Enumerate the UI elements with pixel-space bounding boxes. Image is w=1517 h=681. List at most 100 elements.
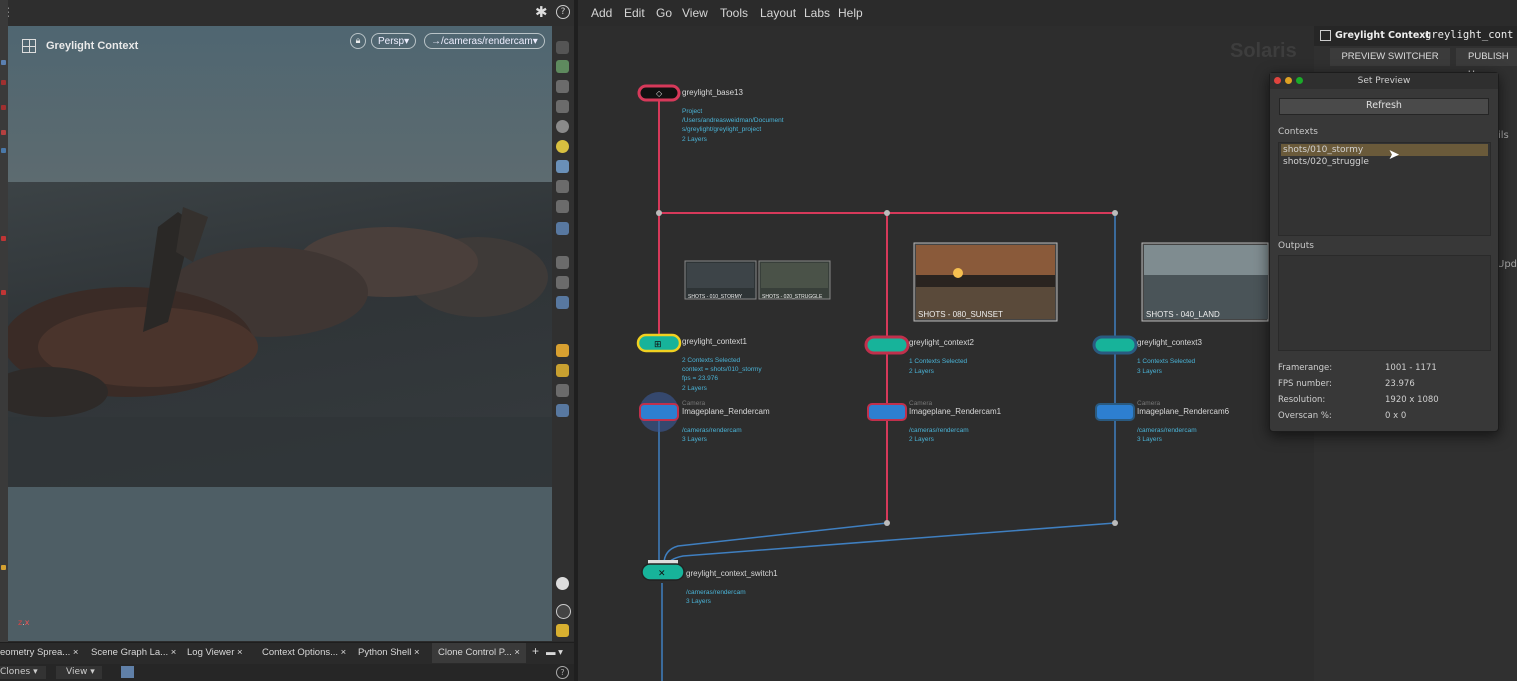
shade-icon[interactable] (556, 60, 569, 73)
node-name-field[interactable]: greylight_cont (1425, 29, 1514, 41)
contexts-list[interactable]: shots/010_stormy shots/020_struggle (1278, 142, 1491, 236)
thumbnail-stormy[interactable]: SHOTS - 010_STORMY (684, 260, 757, 300)
svg-text:2 Layers: 2 Layers (909, 436, 935, 443)
menu-labs[interactable]: Labs (804, 6, 830, 20)
tab-python-shell[interactable]: Python Shell × (358, 647, 420, 658)
tab-clone-control[interactable]: Clone Control P... × (432, 643, 526, 663)
measure-icon[interactable] (556, 384, 569, 397)
menu-help[interactable]: Help (838, 6, 863, 20)
parameter-header: Greylight Context greylight_cont (1314, 26, 1517, 46)
svg-text:greylight_context1: greylight_context1 (682, 337, 747, 346)
pane-menu-icon[interactable]: ▬ ▾ (546, 647, 563, 658)
bulb-outline-icon[interactable] (556, 180, 569, 193)
svg-text:fps = 23.976: fps = 23.976 (682, 375, 718, 382)
node-type-icon (1320, 30, 1331, 41)
svg-text:SHOTS - 040_LAND: SHOTS - 040_LAND (1146, 310, 1220, 319)
gear-icon[interactable]: ✱ (535, 3, 548, 21)
lock-icon[interactable] (556, 80, 569, 93)
node-context2[interactable]: greylight_context2 1 Contexts Selected 2… (864, 335, 974, 375)
node-context3[interactable]: greylight_context3 1 Contexts Selected 3… (1092, 335, 1202, 375)
thumbnail-struggle[interactable]: SHOTS - 020_STRUGGLE (758, 260, 831, 300)
scene-viewport[interactable]: Greylight Context 🔒︎ Persp▾ →/cameras/re… (8, 26, 552, 641)
svg-text:greylight_context3: greylight_context3 (1137, 338, 1202, 347)
menu-go[interactable]: Go (656, 6, 672, 20)
tool-icon[interactable] (1, 290, 6, 295)
flipbook-icon[interactable] (556, 364, 569, 377)
resolution-value: 1920 x 1080 (1385, 395, 1439, 405)
clone-icon[interactable] (121, 666, 134, 678)
list-item-selected[interactable]: shots/010_stormy (1281, 144, 1488, 156)
bulb-icon[interactable] (556, 160, 569, 173)
node-context1[interactable]: ⊞ greylight_context1 2 Contexts Selected… (636, 333, 762, 392)
tool-icon[interactable] (1, 565, 6, 570)
menu-view[interactable]: View (682, 6, 708, 20)
menu-add[interactable]: Add (591, 6, 612, 20)
window-titlebar[interactable]: Set Preview (1270, 73, 1498, 89)
render-icon[interactable] (556, 344, 569, 357)
eye-icon[interactable] (556, 41, 569, 54)
tab-scene-graph[interactable]: Scene Graph La... × (91, 647, 176, 658)
frame-icon[interactable] (556, 276, 569, 289)
list-item[interactable]: shots/020_struggle (1281, 156, 1488, 168)
tool-icon[interactable] (1, 80, 6, 85)
cross-icon[interactable] (556, 100, 569, 113)
publish-button[interactable]: PUBLISH H (1456, 48, 1517, 80)
tool-icon[interactable] (1, 236, 6, 241)
tab-context-options[interactable]: Context Options... × (262, 647, 346, 658)
info-icon[interactable] (556, 604, 571, 619)
menu-edit[interactable]: Edit (624, 6, 645, 20)
rock-scene-image (8, 207, 552, 487)
visibility-icon[interactable] (556, 577, 569, 590)
menu-tools[interactable]: Tools (720, 6, 748, 20)
desktop-watermark: Solaris (1230, 40, 1297, 62)
viewport-title: Greylight Context (46, 40, 139, 52)
refresh-button[interactable]: Refresh (1279, 98, 1489, 115)
svg-text:Camera: Camera (1137, 400, 1161, 407)
tool-icon[interactable] (1, 105, 6, 110)
tab-log-viewer[interactable]: Log Viewer × (187, 647, 243, 658)
snapshot-icon[interactable] (556, 296, 569, 309)
highlight-icon[interactable] (556, 404, 569, 417)
camera-icon[interactable] (556, 222, 569, 235)
help-icon[interactable]: ? (556, 666, 569, 679)
framerange-label: Framerange: (1278, 363, 1333, 373)
minimize-icon[interactable] (1285, 77, 1292, 84)
svg-text:Imageplane_Rendercam1: Imageplane_Rendercam1 (909, 407, 1002, 416)
add-tab-icon[interactable]: + (532, 644, 539, 658)
svg-text:2 Layers: 2 Layers (682, 385, 708, 392)
light-icon[interactable] (556, 140, 569, 153)
menu-layout[interactable]: Layout (760, 6, 796, 20)
close-icon[interactable] (1274, 77, 1281, 84)
tool-icon[interactable] (1, 148, 6, 153)
thumbnail-land[interactable]: SHOTS - 040_LAND (1141, 242, 1269, 322)
camera-path-dropdown[interactable]: →/cameras/rendercam▾ (424, 33, 545, 49)
view-dropdown[interactable]: View ▾ (56, 666, 102, 679)
lock-icon[interactable]: 🔒︎ (350, 33, 366, 49)
node-info: 2 Layers (682, 136, 708, 143)
outputs-list[interactable] (1278, 255, 1491, 351)
preview-switcher-button[interactable]: PREVIEW SWITCHER (1330, 48, 1450, 66)
svg-text:3 Layers: 3 Layers (1137, 436, 1163, 443)
headlight-icon[interactable] (556, 200, 569, 213)
clones-dropdown[interactable]: Clones ▾ (0, 666, 46, 679)
thumbnail-sunset[interactable]: SHOTS - 080_SUNSET (913, 242, 1058, 322)
node-camera3[interactable]: Camera Imageplane_Rendercam6 /cameras/re… (1095, 400, 1230, 443)
node-camera2[interactable]: Camera Imageplane_Rendercam1 /cameras/re… (867, 400, 1002, 443)
tool-icon[interactable] (1, 60, 6, 65)
layout-icon[interactable] (556, 624, 569, 637)
viewport-display-toolbar (552, 26, 574, 641)
camera-mode-dropdown[interactable]: Persp▾ (371, 33, 417, 49)
sphere-icon[interactable] (556, 120, 569, 133)
node-greylight-base[interactable]: ◇ greylight_base13 Project /Users/andrea… (637, 84, 784, 143)
svg-text:context = shots/010_stormy: context = shots/010_stormy (682, 366, 762, 373)
node-graph: ◇ greylight_base13 Project /Users/andrea… (636, 84, 1269, 681)
overscan-label: Overscan %: (1278, 411, 1332, 421)
help-icon[interactable]: ? (556, 5, 570, 19)
hand-icon[interactable] (556, 256, 569, 269)
tab-geometry-spreadsheet[interactable]: eometry Sprea... × (0, 647, 78, 658)
tool-icon[interactable] (1, 130, 6, 135)
svg-text:3 Layers: 3 Layers (682, 436, 708, 443)
svg-text:2 Layers: 2 Layers (909, 368, 935, 375)
network-editor[interactable]: ◇ greylight_base13 Project /Users/andrea… (578, 26, 1314, 681)
maximize-icon[interactable] (1296, 77, 1303, 84)
